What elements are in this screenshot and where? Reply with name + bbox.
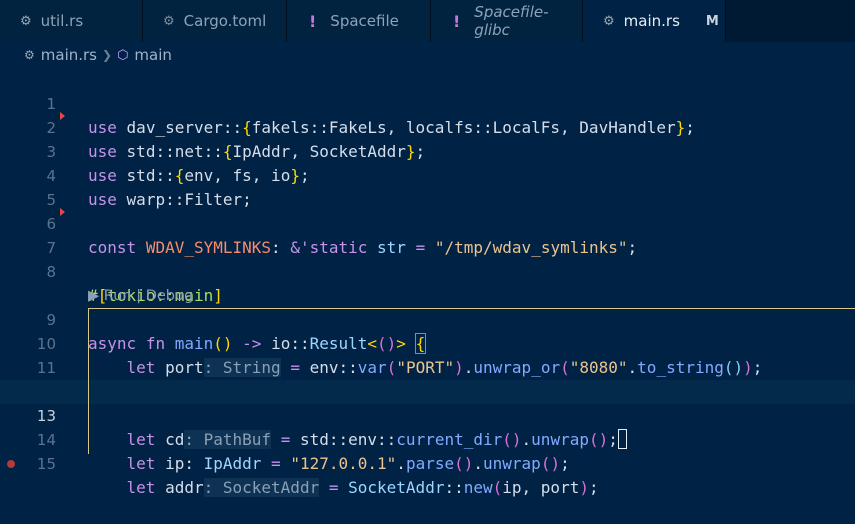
- code-text: let addr: SocketAddr = SocketAddr::new(i…: [126, 478, 599, 497]
- breadcrumb: ⚙ main.rs ❯ ⬡ main: [0, 42, 855, 68]
- code-line: 7: [46, 239, 56, 257]
- exclamation-icon: !: [309, 11, 317, 31]
- code-line: 2 use std::net::{IpAddr, SocketAddr};: [0, 92, 855, 161]
- code-editor[interactable]: 1 use dav_server::{fakels::FakeLs, local…: [0, 68, 855, 497]
- tab-main-rs[interactable]: ⚙ main.rs M: [583, 0, 726, 42]
- code-line: 11 let port: u16 = port.parse::<u16>().u…: [0, 332, 855, 401]
- code-line-current: 13 let cd: PathBuf = std::env::current_d…: [0, 380, 855, 449]
- code-line: 9 async fn main() -> io::Result<()> {: [0, 284, 855, 354]
- code-line: 14 let ip: IpAddr = "127.0.0.1".parse().…: [0, 404, 855, 473]
- tab-spacefile[interactable]: ! Spacefile: [287, 0, 431, 42]
- tab-spacefile-glibc[interactable]: ! Spacefile-glibc: [431, 0, 583, 42]
- breadcrumb-symbol[interactable]: main: [134, 46, 171, 64]
- code-line: 6 const WDAV_SYMLINKS: &'static str = "/…: [0, 188, 855, 257]
- tab-bar: ⚙ util.rs ⚙ Cargo.toml ! Spacefile ! Spacefi…: [0, 0, 855, 42]
- codelens: ▶ Run | Debug: [88, 288, 194, 304]
- code-line: 5: [46, 191, 56, 209]
- code-line: 4 use warp::Filter;: [0, 140, 855, 209]
- code-line: 15 let addr: SocketAddr = SocketAddr::ne…: [0, 428, 855, 497]
- code-line: 10 let port: String = env::var("PORT").u…: [0, 308, 855, 377]
- code-line: 12: [0, 356, 855, 401]
- rust-icon: ⚙: [603, 13, 615, 29]
- tab-util-rs[interactable]: ⚙ util.rs: [0, 0, 143, 42]
- code-text: let ip: IpAddr = "127.0.0.1".parse().unw…: [126, 454, 570, 473]
- chevron-right-icon: ❯: [102, 48, 113, 62]
- gear-icon: ⚙: [163, 13, 175, 29]
- modified-badge: M: [705, 13, 719, 29]
- cube-icon: ⬡: [117, 47, 129, 63]
- breakpoint-icon[interactable]: [7, 460, 15, 468]
- code-line: 8 #[tokio::main]: [0, 236, 855, 305]
- exclamation-icon: !: [453, 11, 461, 31]
- code-line: 1 use dav_server::{fakels::FakeLs, local…: [0, 68, 855, 137]
- rust-icon: ⚙: [20, 13, 32, 29]
- code-line: 3 use std::{env, fs, io};: [0, 116, 855, 185]
- breadcrumb-file[interactable]: main.rs: [41, 46, 97, 64]
- tab-cargo-toml[interactable]: ⚙ Cargo.toml: [143, 0, 287, 42]
- rust-icon: ⚙: [24, 48, 35, 62]
